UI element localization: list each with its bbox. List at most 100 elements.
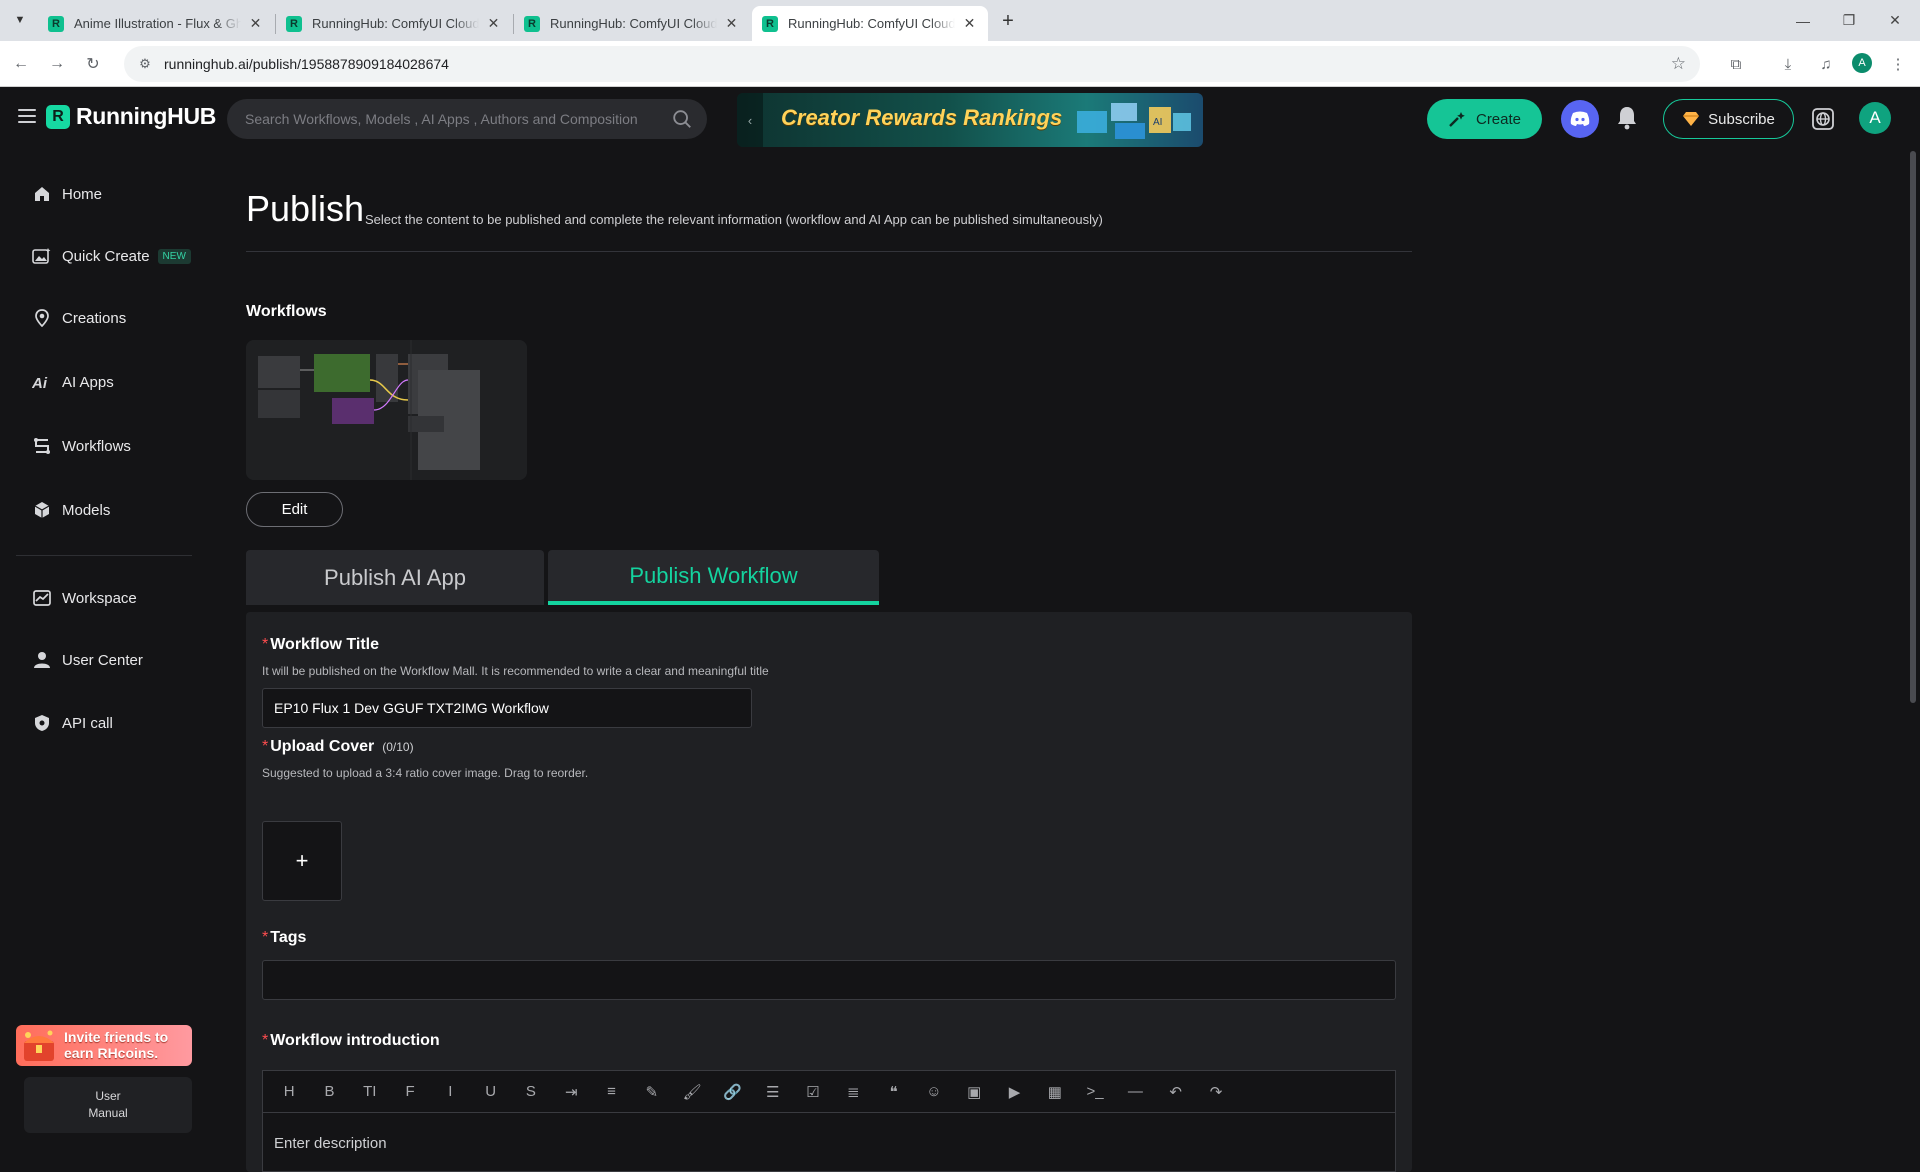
search-bar[interactable]: [227, 99, 707, 139]
forward-icon[interactable]: →: [44, 51, 70, 77]
workflows-icon: [32, 436, 52, 456]
sidebar-item-quick-create[interactable]: Quick Create NEW: [32, 241, 191, 271]
undo-icon[interactable]: ↶: [1156, 1077, 1196, 1107]
publish-main: Publish Select the content to be publish…: [246, 151, 1412, 1172]
bullet-list-icon[interactable]: ☰: [753, 1077, 793, 1107]
tab-search-icon[interactable]: ▼: [8, 8, 32, 32]
close-tab-icon[interactable]: ✕: [723, 15, 740, 33]
page-subtitle: Select the content to be published and c…: [365, 212, 1103, 227]
emoji-icon[interactable]: ☺: [914, 1077, 954, 1107]
todo-icon[interactable]: ☑: [793, 1077, 833, 1107]
close-tab-icon[interactable]: ✕: [961, 15, 978, 33]
sidebar-item-home[interactable]: Home: [32, 179, 102, 209]
scrollbar-thumb[interactable]: [1910, 151, 1916, 703]
notification-bell-icon[interactable]: [1615, 105, 1639, 131]
logo-text: RunningHUB: [76, 103, 217, 129]
media-control-icon[interactable]: ♫: [1814, 52, 1838, 76]
upload-cover-button[interactable]: +: [262, 821, 342, 901]
tab-title: RunningHub: ComfyUI Cloud, C: [312, 16, 479, 31]
sidebar-divider: [16, 555, 192, 556]
user-avatar[interactable]: A: [1859, 102, 1891, 134]
sidebar-item-creations[interactable]: Creations: [32, 303, 126, 333]
treasure-chest-icon: [24, 1030, 54, 1061]
link-icon[interactable]: 🔗: [712, 1077, 752, 1107]
sidebar-item-user-center[interactable]: User Center: [32, 645, 143, 675]
subscribe-button[interactable]: Subscribe: [1663, 99, 1794, 139]
browser-tab-active[interactable]: R RunningHub: ComfyUI Cloud, C ✕: [752, 6, 988, 41]
user-icon: [32, 650, 52, 670]
site-info-icon[interactable]: ⚙: [132, 51, 158, 77]
workflow-title-input[interactable]: [262, 688, 752, 728]
sidebar-item-api-call[interactable]: API call: [32, 708, 113, 738]
back-icon[interactable]: ←: [8, 51, 34, 77]
discord-icon[interactable]: [1561, 100, 1599, 138]
tab-publish-ai-app[interactable]: Publish AI App: [246, 550, 544, 605]
logo[interactable]: R RunningHUB: [46, 103, 216, 130]
creator-rewards-banner[interactable]: ‹ Creator Rewards Rankings AI: [737, 93, 1203, 147]
search-input[interactable]: [245, 111, 645, 127]
divider-icon[interactable]: —: [1115, 1077, 1155, 1107]
user-manual-button[interactable]: User Manual: [24, 1077, 192, 1133]
sidebar-item-label: Quick Create: [62, 247, 150, 265]
tab-publish-workflow[interactable]: Publish Workflow: [548, 550, 879, 605]
language-icon[interactable]: [1811, 107, 1835, 131]
required-asterisk: *: [262, 636, 269, 653]
font-family-icon[interactable]: F: [390, 1077, 430, 1107]
browser-tab[interactable]: R RunningHub: ComfyUI Cloud, C ✕: [514, 6, 750, 41]
redo-icon[interactable]: ↷: [1196, 1077, 1236, 1107]
italic-icon[interactable]: I: [430, 1077, 470, 1107]
indent-icon[interactable]: ⇥: [551, 1077, 591, 1107]
reload-icon[interactable]: ↻: [80, 51, 106, 77]
table-icon[interactable]: ▦: [1035, 1077, 1075, 1107]
browser-profile-avatar[interactable]: A: [1852, 53, 1872, 73]
sidebar-item-workflows[interactable]: Workflows: [32, 431, 131, 461]
browser-menu-icon[interactable]: ⋮: [1886, 52, 1910, 76]
font-color-icon[interactable]: ✎: [632, 1077, 672, 1107]
page-title: Publish: [246, 188, 365, 229]
edit-workflow-button[interactable]: Edit: [246, 492, 343, 527]
invite-friends-banner[interactable]: Invite friends to earn RHcoins.: [16, 1025, 192, 1066]
code-icon[interactable]: >_: [1075, 1077, 1115, 1107]
banner-prev-icon[interactable]: ‹: [737, 93, 763, 147]
quote-icon[interactable]: ❝: [873, 1077, 913, 1107]
background-color-icon[interactable]: 🖌: [672, 1077, 712, 1107]
close-tab-icon[interactable]: ✕: [247, 15, 264, 33]
minimize-icon[interactable]: —: [1780, 0, 1826, 41]
image-icon[interactable]: ▣: [954, 1077, 994, 1107]
line-height-icon[interactable]: ≡: [591, 1077, 631, 1107]
tags-input[interactable]: [262, 960, 1396, 1000]
omnibox[interactable]: ⚙ runninghub.ai/publish/1958878909184028…: [124, 46, 1700, 82]
search-icon[interactable]: [671, 108, 693, 130]
align-icon[interactable]: ≣: [833, 1077, 873, 1107]
page-scrollbar[interactable]: [1906, 151, 1920, 1151]
logo-mark-icon: R: [46, 104, 70, 129]
sidebar-item-models[interactable]: Models: [32, 495, 110, 525]
upload-cover-hint: Suggested to upload a 3:4 ratio cover im…: [262, 766, 589, 780]
banner-illustration-icon: AI: [1077, 103, 1191, 139]
extensions-icon[interactable]: ⧉: [1724, 52, 1748, 76]
description-editor[interactable]: Enter description: [262, 1112, 1396, 1172]
strikethrough-icon[interactable]: S: [511, 1077, 551, 1107]
video-icon[interactable]: ▶: [994, 1077, 1034, 1107]
sidebar-item-ai-apps[interactable]: Ai AI Apps: [32, 367, 114, 397]
sidebar-item-label: Creations: [62, 309, 127, 327]
workflow-thumbnail[interactable]: [246, 340, 527, 480]
sidebar-item-label: Workspace: [62, 589, 137, 607]
downloads-icon[interactable]: ⤓: [1776, 52, 1800, 76]
close-window-icon[interactable]: ✕: [1872, 0, 1918, 41]
close-tab-icon[interactable]: ✕: [485, 15, 502, 33]
browser-tab[interactable]: R RunningHub: ComfyUI Cloud, C ✕: [276, 6, 512, 41]
new-tab-icon[interactable]: +: [995, 8, 1021, 34]
restore-icon[interactable]: ❐: [1826, 0, 1872, 41]
underline-icon[interactable]: U: [470, 1077, 510, 1107]
sidebar-item-workspace[interactable]: Workspace: [32, 583, 137, 613]
create-button[interactable]: Create: [1427, 99, 1542, 139]
bookmark-star-icon[interactable]: ☆: [1671, 54, 1686, 74]
url-text[interactable]: runninghub.ai/publish/195887890918402867…: [164, 56, 449, 72]
browser-tab[interactable]: R Anime Illustration - Flux & Ghibli ✕: [38, 6, 274, 41]
menu-icon[interactable]: [18, 109, 36, 123]
font-size-icon[interactable]: TI: [350, 1077, 390, 1107]
favicon-icon: R: [48, 15, 64, 32]
heading-icon[interactable]: H: [269, 1077, 309, 1107]
bold-icon[interactable]: B: [309, 1077, 349, 1107]
